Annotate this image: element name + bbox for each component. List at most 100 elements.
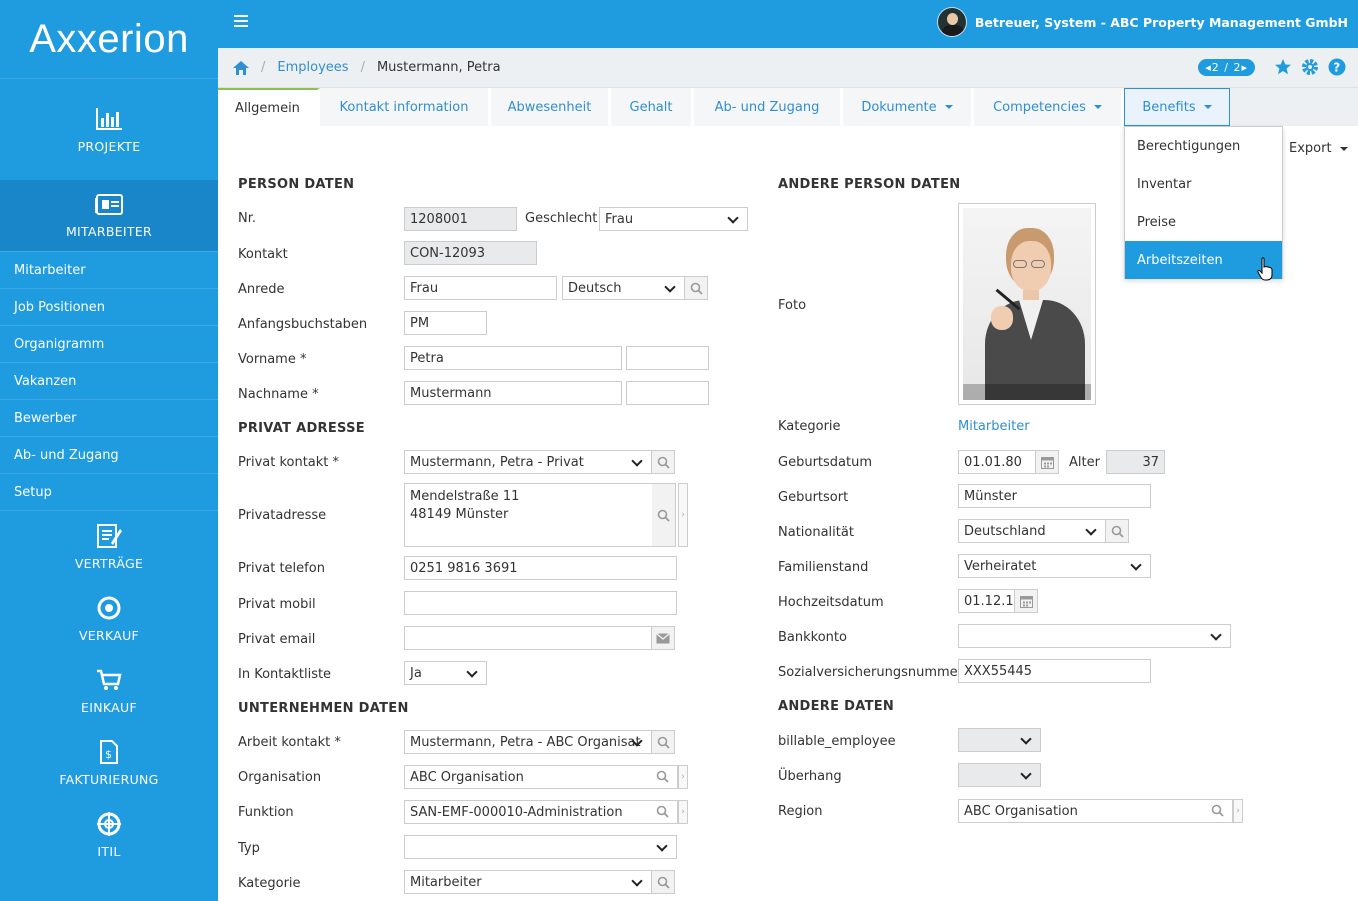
- sidebar-item-projekte[interactable]: PROJEKTE: [0, 78, 218, 180]
- anrede-field[interactable]: Frau: [404, 276, 557, 300]
- arbeit-kontakt-select[interactable]: Mustermann, Petra - ABC Organisat: [404, 730, 652, 754]
- sidebar-label-fakturierung: FAKTURIERUNG: [59, 772, 159, 787]
- initials-field[interactable]: PM: [404, 311, 487, 335]
- search-icon[interactable]: [656, 805, 669, 818]
- label-nr: Nr.: [238, 211, 257, 226]
- geburtsdatum-field[interactable]: 01.01.80: [958, 450, 1036, 474]
- vorname-field[interactable]: Petra: [404, 346, 622, 370]
- sidebar-subitem-ab-und-zugang[interactable]: Ab- und Zugang: [0, 437, 218, 474]
- employee-photo[interactable]: [958, 203, 1096, 405]
- hochzeitsdatum-field[interactable]: 01.12.1: [958, 589, 1015, 613]
- kategorie-select[interactable]: Mitarbeiter: [404, 870, 652, 894]
- funktion-open-button[interactable]: ›: [678, 800, 688, 824]
- record-pager[interactable]: ◂2 / 2▸: [1198, 58, 1255, 76]
- sidebar-subitem-vakanzen[interactable]: Vakanzen: [0, 363, 218, 400]
- sidebar-subitem-mitarbeiter[interactable]: Mitarbeiter: [0, 252, 218, 289]
- sidebar-subitem-job-positionen[interactable]: Job Positionen: [0, 289, 218, 326]
- nationalitaet-search-button[interactable]: [1105, 519, 1129, 543]
- kontaktliste-select[interactable]: Ja: [404, 661, 487, 685]
- privatadresse-open-button[interactable]: ›: [678, 483, 688, 547]
- menu-item-berechtigungen[interactable]: Berechtigungen: [1125, 127, 1282, 165]
- sprache-select[interactable]: Deutsch: [562, 276, 685, 300]
- sidebar-subitem-organigramm[interactable]: Organigramm: [0, 326, 218, 363]
- calendar-icon: [1019, 595, 1033, 608]
- hochzeitsdatum-calendar-button[interactable]: [1014, 589, 1038, 613]
- label-kategorie-andere: Kategorie: [778, 419, 841, 434]
- help-icon[interactable]: ?: [1328, 58, 1346, 76]
- privat-kontakt-search-button[interactable]: [651, 450, 675, 474]
- search-icon: [657, 736, 670, 749]
- nachname-field[interactable]: Mustermann: [404, 381, 622, 405]
- hamburger-menu-icon[interactable]: [234, 15, 248, 27]
- sprache-search-button[interactable]: [684, 276, 708, 300]
- sidebar-item-itil[interactable]: ITIL: [0, 799, 218, 871]
- tab-dokumente[interactable]: Dokumente: [843, 88, 974, 126]
- organisation-open-button[interactable]: ›: [678, 765, 688, 789]
- tab-gehalt[interactable]: Gehalt: [611, 88, 694, 126]
- privat-telefon-field[interactable]: 0251 9816 3691: [404, 556, 677, 580]
- sidebar-item-einkauf[interactable]: EINKAUF: [0, 655, 218, 727]
- star-icon[interactable]: [1274, 58, 1292, 76]
- home-icon[interactable]: [233, 60, 249, 75]
- sidebar-subitem-bewerber[interactable]: Bewerber: [0, 400, 218, 437]
- privatadresse-field[interactable]: Mendelstraße 11 48149 Münster: [404, 483, 653, 547]
- billable-employee-select[interactable]: [958, 728, 1041, 752]
- privat-kontakt-select[interactable]: Mustermann, Petra - Privat: [404, 450, 652, 474]
- search-icon[interactable]: [1211, 804, 1224, 817]
- nationalitaet-select[interactable]: Deutschland: [958, 519, 1106, 543]
- privat-email-field[interactable]: [404, 626, 652, 650]
- kategorie-link[interactable]: Mitarbeiter: [958, 419, 1030, 434]
- export-button[interactable]: Export: [1289, 141, 1348, 156]
- privatadresse-line2: 48149 Münster: [410, 507, 509, 522]
- sidebar-item-mitarbeiter[interactable]: MITARBEITER: [0, 180, 218, 251]
- tab-competencies[interactable]: Competencies: [974, 88, 1124, 126]
- familienstand-select[interactable]: Verheiratet: [958, 554, 1151, 578]
- label-region: Region: [778, 804, 823, 819]
- menu-item-arbeitszeiten[interactable]: Arbeitszeiten: [1125, 241, 1282, 281]
- breadcrumb-bar: / Employees / Mustermann, Petra ◂2 / 2▸ …: [218, 48, 1358, 88]
- privatadresse-search-button[interactable]: [652, 483, 676, 547]
- sidebar-item-fakturierung[interactable]: $ FAKTURIERUNG: [0, 727, 218, 799]
- sidebar-item-verkauf[interactable]: VERKAUF: [0, 583, 218, 655]
- sidebar-label-itil: ITIL: [97, 844, 121, 859]
- search-icon[interactable]: [656, 770, 669, 783]
- tab-allgemein[interactable]: Allgemein: [218, 88, 320, 126]
- privatadresse-line1: Mendelstraße 11: [410, 489, 520, 504]
- sidebar-subitem-setup[interactable]: Setup: [0, 474, 218, 511]
- svg-text:$: $: [105, 748, 112, 761]
- region-open-button[interactable]: ›: [1233, 799, 1243, 823]
- menu-item-preise[interactable]: Preise: [1125, 203, 1282, 241]
- vorname-extra-field[interactable]: [626, 346, 709, 370]
- tab-ab-und-zugang[interactable]: Ab- und Zugang: [694, 88, 843, 126]
- tab-kontakt-information[interactable]: Kontakt information: [320, 88, 491, 126]
- organisation-field[interactable]: ABC Organisation: [404, 765, 678, 789]
- user-menu[interactable]: Betreuer, System - ABC Property Manageme…: [936, 7, 1348, 37]
- gear-icon[interactable]: [1301, 58, 1319, 76]
- geburtsdatum-calendar-button[interactable]: [1035, 450, 1059, 474]
- funktion-field[interactable]: SAN-EMF-000010-Administration: [404, 800, 678, 824]
- arbeit-kontakt-search-button[interactable]: [651, 730, 675, 754]
- sozialversicherungsnummer-field[interactable]: XXX55445: [958, 659, 1151, 683]
- ueberhang-select[interactable]: [958, 763, 1041, 787]
- chevron-down-icon: [944, 105, 953, 109]
- invoice-icon: $: [100, 740, 118, 764]
- breadcrumb-employees-link[interactable]: Employees: [277, 60, 348, 75]
- tab-benefits-label: Benefits: [1142, 99, 1196, 115]
- label-ueberhang: Überhang: [778, 769, 842, 784]
- benefits-dropdown-menu: Berechtigungen Inventar Preise Arbeitsze…: [1124, 126, 1283, 281]
- bankkonto-select[interactable]: [958, 624, 1231, 648]
- menu-item-inventar[interactable]: Inventar: [1125, 165, 1282, 203]
- section-heading-andere-person-daten: ANDERE PERSON DATEN: [778, 177, 961, 192]
- send-email-button[interactable]: [651, 626, 675, 650]
- kategorie-search-button[interactable]: [651, 870, 675, 894]
- typ-select[interactable]: [404, 835, 677, 859]
- sidebar-item-vertraege[interactable]: VERTRÄGE: [0, 511, 218, 583]
- geschlecht-select[interactable]: Frau: [599, 207, 748, 231]
- nachname-extra-field[interactable]: [626, 381, 709, 405]
- region-field[interactable]: ABC Organisation: [958, 799, 1233, 823]
- tab-benefits[interactable]: Benefits: [1124, 88, 1230, 126]
- tab-abwesenheit[interactable]: Abwesenheit: [491, 88, 611, 126]
- privat-mobil-field[interactable]: [404, 591, 677, 615]
- search-icon: [657, 456, 670, 469]
- geburtsort-field[interactable]: Münster: [958, 484, 1151, 508]
